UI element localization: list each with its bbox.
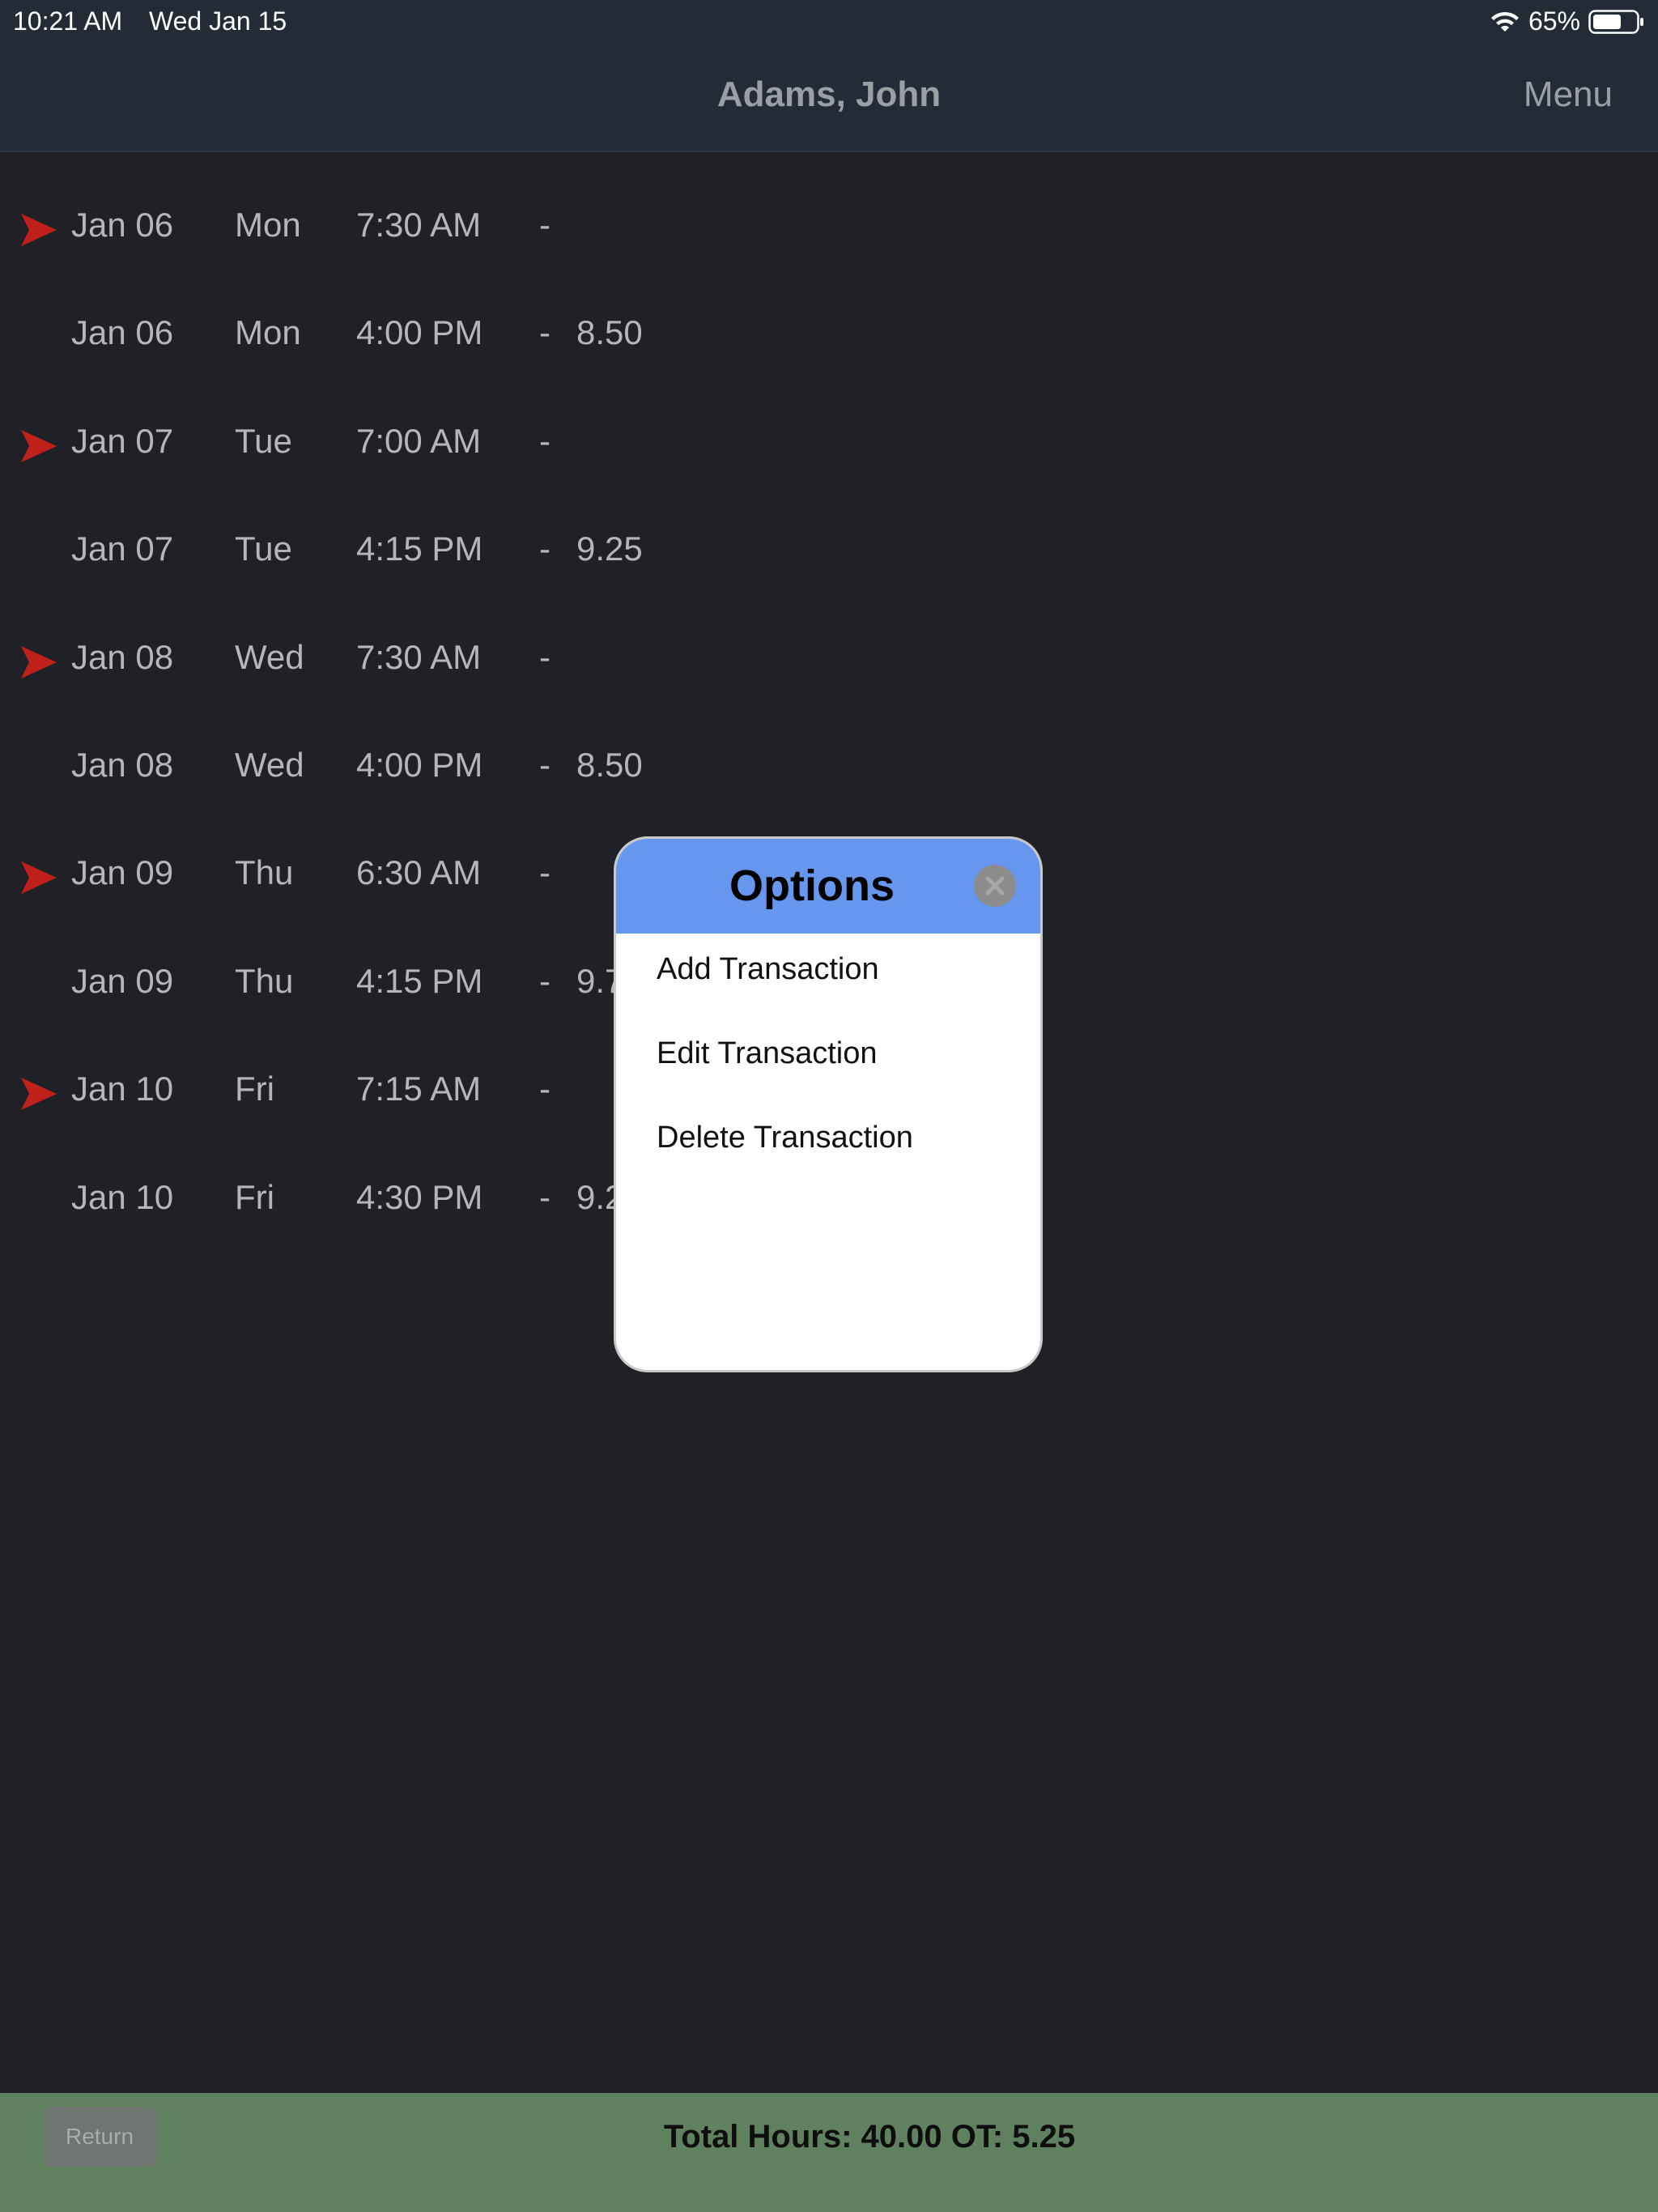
row-hours: 8.50 (576, 745, 643, 784)
row-day: Wed (235, 745, 304, 784)
row-day: Tue (235, 421, 292, 460)
row-dash: - (539, 313, 551, 352)
arrow-marker-icon (21, 429, 57, 462)
row-dash: - (539, 1070, 551, 1108)
menu-button[interactable]: Menu (1524, 74, 1613, 115)
row-dash: - (539, 853, 551, 892)
row-day: Wed (235, 637, 304, 676)
list-item[interactable]: Jan 08 Wed 7:30 AM - (0, 594, 1658, 702)
row-date: Jan 08 (71, 637, 174, 676)
row-date: Jan 09 (71, 961, 174, 1000)
row-time: 4:15 PM (356, 530, 483, 568)
status-bar: 10:21 AM Wed Jan 15 65% (0, 0, 1658, 42)
row-time: 4:30 PM (356, 1177, 483, 1216)
status-indicators: 65% (1490, 6, 1645, 36)
status-date: Wed Jan 15 (149, 6, 287, 36)
row-time: 7:15 AM (356, 1070, 482, 1108)
screen: 10:21 AM Wed Jan 15 65% Adams, John Menu… (0, 0, 1658, 2212)
row-day: Thu (235, 853, 294, 892)
row-hours: 9.25 (576, 530, 643, 568)
row-date: Jan 07 (71, 421, 174, 460)
row-date: Jan 08 (71, 745, 174, 784)
row-time: 7:00 AM (356, 421, 482, 460)
row-time: 4:00 PM (356, 745, 483, 784)
row-time: 4:15 PM (356, 961, 483, 1000)
add-transaction-option[interactable]: Add Transaction (657, 952, 879, 987)
row-dash: - (539, 745, 551, 784)
list-item[interactable]: Jan 08 Wed 4:00 PM -8.50 (0, 702, 1658, 810)
page-title: Adams, John (716, 74, 942, 114)
row-time: 7:30 AM (356, 637, 482, 676)
close-icon[interactable] (974, 865, 1016, 907)
arrow-marker-icon (21, 214, 57, 246)
battery-icon (1588, 9, 1643, 34)
row-day: Mon (235, 313, 301, 352)
row-hours: 8.50 (576, 313, 643, 352)
row-dash: - (539, 637, 551, 676)
list-item[interactable]: Jan 06 Mon 4:00 PM -8.50 (0, 270, 1658, 377)
row-date: Jan 07 (71, 530, 174, 568)
row-day: Fri (235, 1177, 274, 1216)
header: Adams, John Menu (0, 42, 1658, 152)
row-dash: - (539, 961, 551, 1000)
list-item[interactable]: Jan 07 Tue 4:15 PM -9.25 (0, 486, 1658, 593)
row-date: Jan 10 (71, 1177, 174, 1216)
list-item[interactable]: Jan 07 Tue 7:00 AM - (0, 378, 1658, 486)
row-time: 6:30 AM (356, 853, 482, 892)
row-date: Jan 09 (71, 853, 174, 892)
options-popup: Options Add Transaction Edit Transaction… (614, 836, 1043, 1372)
popup-header: Options (616, 839, 1040, 934)
row-dash: - (539, 1177, 551, 1216)
row-date: Jan 06 (71, 206, 174, 244)
row-time: 7:30 AM (356, 206, 482, 244)
status-time: 10:21 AM (13, 6, 123, 36)
row-day: Thu (235, 961, 294, 1000)
row-day: Fri (235, 1070, 274, 1108)
wifi-icon (1490, 11, 1519, 32)
row-day: Tue (235, 530, 292, 568)
row-time: 4:00 PM (356, 313, 483, 352)
row-date: Jan 06 (71, 313, 174, 352)
footer-bar: Return Total Hours: 40.00 OT: 5.25 (0, 2093, 1658, 2212)
battery-percent: 65% (1528, 6, 1580, 36)
arrow-marker-icon (21, 645, 57, 678)
total-hours: Total Hours: 40.00 OT: 5.25 (663, 2119, 1076, 2155)
row-dash: - (539, 530, 551, 568)
row-date: Jan 10 (71, 1070, 174, 1108)
row-dash: - (539, 421, 551, 460)
edit-transaction-option[interactable]: Edit Transaction (657, 1036, 877, 1071)
row-day: Mon (235, 206, 301, 244)
row-dash: - (539, 206, 551, 244)
list-item[interactable]: Jan 06 Mon 7:30 AM - (0, 162, 1658, 270)
arrow-marker-icon (21, 1078, 57, 1111)
arrow-marker-icon (21, 861, 57, 895)
delete-transaction-option[interactable]: Delete Transaction (657, 1121, 913, 1155)
